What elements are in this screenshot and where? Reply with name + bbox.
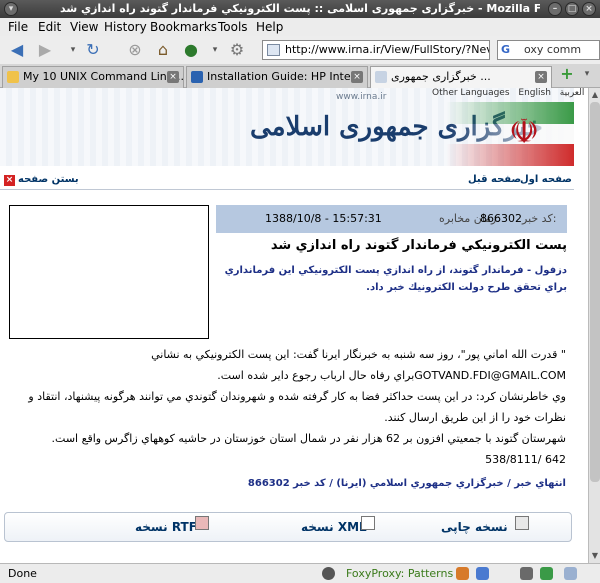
language-links: Other Languages English العربية <box>432 88 584 101</box>
tab-list-icon[interactable]: ▾ <box>576 64 598 86</box>
news-lead: دزفول - فرماندار گتوند، از راه اندازي پس… <box>224 265 567 293</box>
close-tab-icon[interactable]: × <box>351 71 363 83</box>
status-bar: Done FoxyProxy: Patterns <box>0 563 600 583</box>
stop-icon[interactable]: ⊗ <box>124 40 146 62</box>
scroll-down-icon[interactable]: ▼ <box>590 550 600 562</box>
body-paragraph: وي خاطرنشان كرد: در اين پست حداكثر فضا ب… <box>28 390 566 424</box>
addon-icon[interactable] <box>540 567 553 580</box>
tab-label: My 10 UNIX Command Line... <box>23 70 184 83</box>
menu-edit[interactable]: Edit <box>38 20 61 34</box>
addon-icon[interactable] <box>564 567 577 580</box>
body-paragraph: 642 /538/8111 <box>485 453 566 466</box>
close-page-link[interactable]: بستن صفحه <box>18 174 79 185</box>
addon-dropdown-icon[interactable]: ▾ <box>204 40 226 62</box>
previous-page-link[interactable]: صفحه قبل <box>468 174 521 185</box>
home-icon[interactable]: ⌂ <box>152 40 174 62</box>
window-titlebar: ▾ خبرگزاری جمهوری اسلامی :: پست الكتروني… <box>0 0 600 18</box>
addon-icon[interactable] <box>520 567 533 580</box>
page-icon <box>375 71 387 83</box>
foxyproxy-status[interactable]: FoxyProxy: Patterns <box>346 567 453 580</box>
emblem-icon: ☫ <box>508 112 540 152</box>
site-icon <box>267 44 280 56</box>
history-dropdown-icon[interactable]: ▾ <box>62 40 84 62</box>
close-tab-icon[interactable]: × <box>535 71 547 83</box>
tab-irna[interactable]: خبرگزاری جمهوری ... × <box>370 66 552 88</box>
tab-label: خبرگزاری جمهوری ... <box>391 70 491 83</box>
google-icon[interactable]: G <box>501 43 515 57</box>
download-icon[interactable]: ● <box>180 40 202 62</box>
menu-file[interactable]: File <box>8 20 28 34</box>
news-headline: پست الكترونيكي فرماندار گتوند راه اندازي… <box>270 238 567 253</box>
first-page-link[interactable]: صفحه اول <box>520 174 572 185</box>
addon-icon[interactable] <box>456 567 469 580</box>
forward-icon[interactable]: ▶ <box>34 40 56 62</box>
export-actions-bar: نسخه چاپی نسخه XML نسخه RTF <box>4 512 572 542</box>
rtf-version-link[interactable]: نسخه RTF <box>135 520 197 534</box>
status-text: Done <box>8 567 37 580</box>
window-menu-icon[interactable]: ▾ <box>4 2 18 16</box>
arabic-link[interactable]: العربية <box>560 88 585 98</box>
body-paragraph: " قدرت الله اماني پور"، روز سه شنبه به خ… <box>151 348 566 382</box>
close-tab-icon[interactable]: × <box>167 71 179 83</box>
new-tab-icon[interactable]: + <box>556 64 578 86</box>
document-icon[interactable] <box>361 516 375 530</box>
page-content: www.irna.ir Other Languages English العر… <box>0 88 600 563</box>
other-languages-link[interactable]: Other Languages <box>432 88 510 98</box>
tab-bar: My 10 UNIX Command Line... × Installatio… <box>0 64 600 88</box>
news-info-bar: 1388/10/8 - 15:57:31 زمان مخابره: 866302… <box>216 205 567 233</box>
body-paragraph: شهرستان گتوند با جمعيتي افزون بر 62 هزار… <box>51 432 566 445</box>
iran-flag-image: ☫ <box>446 102 574 166</box>
vertical-scrollbar[interactable]: ▲ ▼ <box>588 88 600 563</box>
tools-icon[interactable]: ⚙ <box>226 40 248 62</box>
menu-help[interactable]: Help <box>256 20 283 34</box>
search-text: oxy comm <box>524 43 582 56</box>
menu-view[interactable]: View <box>70 20 98 34</box>
page-links-bar: × بستن صفحه صفحه قبل صفحه اول <box>0 172 574 190</box>
site-url: www.irna.ir <box>336 92 387 102</box>
minimize-icon[interactable]: – <box>548 2 562 16</box>
printer-icon[interactable] <box>515 516 529 530</box>
url-text: http://www.irna.ir/View/FullStory/?Nev <box>285 43 490 56</box>
news-image-placeholder <box>9 205 209 339</box>
scroll-up-icon[interactable]: ▲ <box>590 89 600 101</box>
tab-unix-commands[interactable]: My 10 UNIX Command Line... × <box>2 66 184 88</box>
scroll-thumb[interactable] <box>590 102 600 482</box>
menu-tools[interactable]: Tools <box>218 20 248 34</box>
close-page-icon[interactable]: × <box>4 175 15 186</box>
news-code: 866302 <box>480 212 522 225</box>
english-link[interactable]: English <box>518 88 551 98</box>
print-version-link[interactable]: نسخه چاپی <box>441 520 508 534</box>
irna-banner: www.irna.ir Other Languages English العر… <box>0 88 584 166</box>
maximize-icon[interactable]: □ <box>565 2 579 16</box>
url-bar[interactable]: http://www.irna.ir/View/FullStory/?Nev <box>262 40 490 60</box>
back-icon[interactable]: ◀ <box>6 40 28 62</box>
news-time: 1388/10/8 - 15:57:31 <box>265 212 382 225</box>
rtf-export-icon[interactable] <box>195 516 209 530</box>
tab-label: Installation Guide: HP Inte... <box>207 70 362 83</box>
news-source: انتهاي خبر / خبرگزاري جمهوري اسلامي (اير… <box>247 478 566 489</box>
tab-hp-installation[interactable]: Installation Guide: HP Inte... × <box>186 66 368 88</box>
page-icon <box>7 71 19 83</box>
xml-version-link[interactable]: نسخه XML <box>301 520 367 534</box>
proxy-fox-icon[interactable] <box>322 567 335 580</box>
news-body: " قدرت الله اماني پور"، روز سه شنبه به خ… <box>8 344 566 470</box>
news-code-label: كد خبر: <box>522 212 557 225</box>
search-bar[interactable]: G oxy comm <box>497 40 600 60</box>
menu-history[interactable]: History <box>104 20 147 34</box>
close-window-icon[interactable]: × <box>582 2 596 16</box>
addon-icon[interactable] <box>476 567 489 580</box>
menu-bookmarks[interactable]: Bookmarks <box>150 20 217 34</box>
hp-icon <box>191 71 203 83</box>
menu-bar: File Edit View History Bookmarks Tools H… <box>0 18 600 36</box>
window-title: خبرگزاری جمهوری اسلامی :: پست الكترونيكي… <box>60 2 540 15</box>
reload-icon[interactable]: ↻ <box>82 40 104 62</box>
